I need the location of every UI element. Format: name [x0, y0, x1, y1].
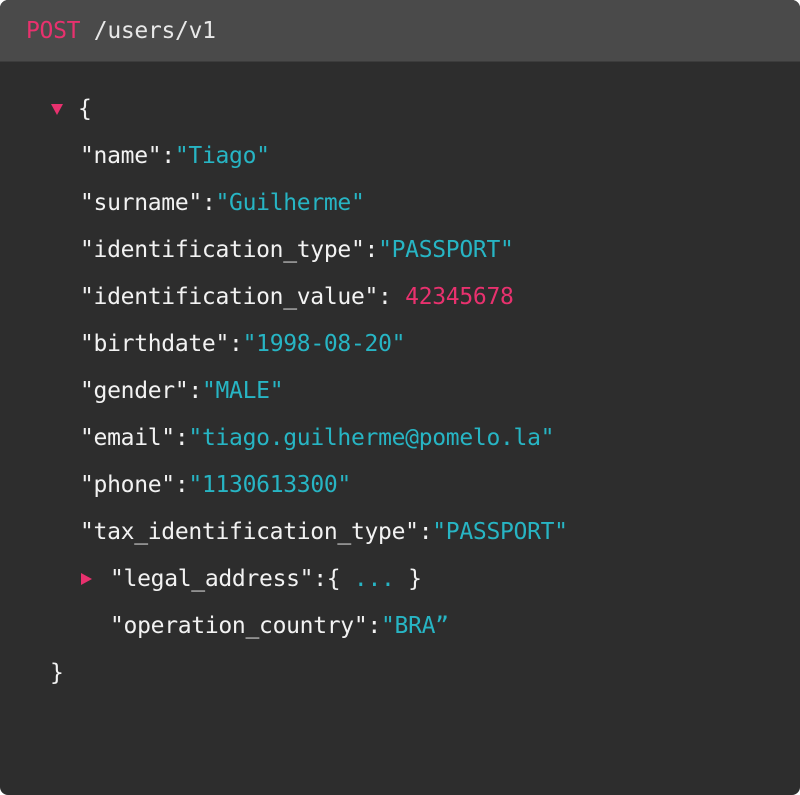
caret-down-icon[interactable] [51, 104, 63, 115]
request-header: POST /users/v1 [0, 0, 800, 62]
json-field-operation-country: "operation_country":"BRA” [110, 613, 449, 639]
json-field-phone: "phone":"1130613300" [80, 472, 351, 498]
json-field-gender: "gender":"MALE" [80, 378, 284, 404]
collapsed-ellipsis: ... [353, 566, 395, 592]
json-field-identification-type: "identification_type":"PASSPORT" [80, 237, 514, 263]
json-open-brace: { [78, 96, 92, 122]
http-method: POST [26, 18, 81, 44]
json-close-brace: } [50, 660, 64, 686]
request-panel: POST /users/v1 { "name":"Tiago" "surname… [0, 0, 800, 795]
json-field-email: "email":"tiago.guilherme@pomelo.la" [80, 425, 555, 451]
json-field-surname: "surname":"Guilherme" [80, 190, 365, 216]
json-field-tax-identification-type: "tax_identification_type":"PASSPORT" [80, 519, 568, 545]
json-field-identification-value: "identification_value": 42345678 [80, 284, 514, 310]
caret-right-icon[interactable] [81, 573, 92, 585]
json-field-legal-address[interactable]: "legal_address":{ ... } [110, 562, 422, 596]
json-field-name: "name":"Tiago" [80, 143, 270, 169]
json-field-birthdate: "birthdate":"1998-08-20" [80, 331, 406, 357]
endpoint-path: /users/v1 [93, 18, 216, 44]
request-line: POST /users/v1 [26, 14, 216, 48]
